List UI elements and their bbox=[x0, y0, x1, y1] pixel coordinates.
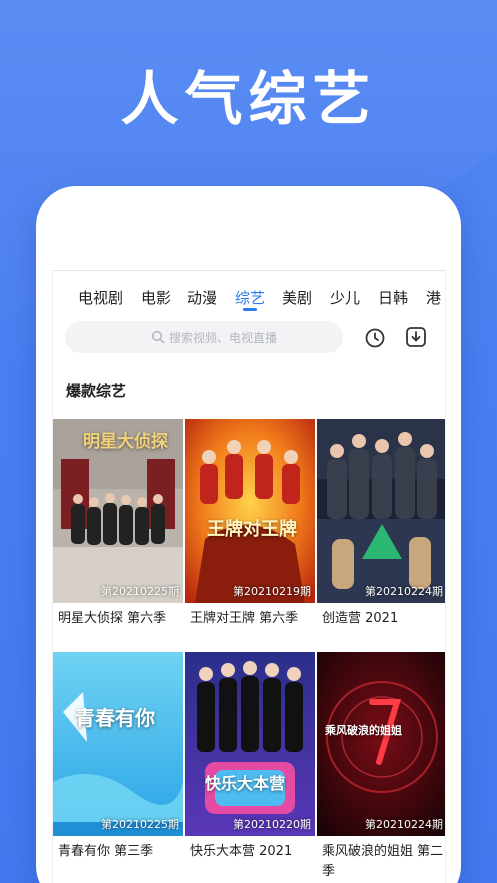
poster-image: 快乐大本营 第20210220期 bbox=[185, 652, 315, 836]
tab-movies[interactable]: 电影 bbox=[141, 287, 171, 308]
poster-logo-text: 乘风破浪的姐姐 bbox=[325, 724, 402, 737]
card-title: 王牌对王牌 第六季 bbox=[190, 611, 299, 626]
variety-card[interactable]: 乘风破浪的姐姐 第20210224期 乘风破浪的姐姐 第二季 bbox=[317, 652, 445, 883]
search-row: 搜索视频、电视直播 bbox=[53, 321, 445, 357]
tab-us-drama[interactable]: 美剧 bbox=[282, 287, 312, 308]
history-clock-icon[interactable] bbox=[364, 327, 386, 349]
variety-card[interactable]: 明星大侦探 第20210225期 明星大侦探 第六季 bbox=[53, 419, 183, 644]
poster-image: 青春有你 第20210225期 bbox=[53, 652, 183, 836]
search-placeholder: 搜索视频、电视直播 bbox=[169, 331, 278, 345]
episode-label: 第20210225期 bbox=[101, 818, 179, 831]
card-title: 明星大侦探 第六季 bbox=[58, 611, 167, 626]
tab-anime[interactable]: 动漫 bbox=[187, 287, 217, 308]
variety-card[interactable]: 第20210224期 创造营 2021 bbox=[317, 419, 445, 644]
tab-kids[interactable]: 少儿 bbox=[330, 287, 360, 308]
app-screen: 电视剧 电影 动漫 综艺 美剧 少儿 日韩 港 搜索视频、电视直播 爆款综艺 明… bbox=[52, 270, 446, 883]
download-icon[interactable] bbox=[404, 325, 428, 349]
search-input[interactable]: 搜索视频、电视直播 bbox=[65, 321, 343, 353]
episode-label: 第20210224期 bbox=[365, 818, 443, 831]
tab-jp-kr[interactable]: 日韩 bbox=[378, 287, 408, 308]
poster-image: 乘风破浪的姐姐 第20210224期 bbox=[317, 652, 445, 836]
section-title: 爆款综艺 bbox=[66, 382, 127, 400]
poster-logo-text: 王牌对王牌 bbox=[207, 519, 297, 540]
card-title: 快乐大本营 2021 bbox=[190, 844, 293, 859]
poster-image: 明星大侦探 第20210225期 bbox=[53, 419, 183, 603]
episode-label: 第20210219期 bbox=[233, 585, 311, 598]
card-title: 青春有你 第三季 bbox=[58, 844, 154, 859]
card-title: 乘风破浪的姐姐 第二季 bbox=[322, 844, 444, 879]
poster-image: 王牌对王牌 第20210219期 bbox=[185, 419, 315, 603]
active-tab-indicator bbox=[243, 308, 257, 311]
variety-card[interactable]: 快乐大本营 第20210220期 快乐大本营 2021 bbox=[185, 652, 315, 883]
variety-card[interactable]: 王牌对王牌 第20210219期 王牌对王牌 第六季 bbox=[185, 419, 315, 644]
episode-label: 第20210225期 bbox=[101, 585, 179, 598]
episode-label: 第20210224期 bbox=[365, 585, 443, 598]
poster-image: 第20210224期 bbox=[317, 419, 445, 603]
search-icon bbox=[151, 330, 165, 344]
poster-logo-text: 青春有你 bbox=[75, 706, 155, 730]
episode-label: 第20210220期 bbox=[233, 818, 311, 831]
category-tabs: 电视剧 电影 动漫 综艺 美剧 少儿 日韩 港 bbox=[53, 271, 445, 319]
tab-tv-series[interactable]: 电视剧 bbox=[78, 287, 123, 308]
tab-hk[interactable]: 港 bbox=[426, 287, 441, 308]
card-title: 创造营 2021 bbox=[322, 611, 399, 626]
promo-headline: 人气综艺 bbox=[120, 65, 377, 133]
poster-logo-text: 快乐大本营 bbox=[205, 774, 286, 793]
poster-logo-text: 明星大侦探 bbox=[83, 432, 168, 452]
tab-variety[interactable]: 综艺 bbox=[235, 287, 265, 308]
variety-card[interactable]: 青春有你 第20210225期 青春有你 第三季 bbox=[53, 652, 183, 883]
